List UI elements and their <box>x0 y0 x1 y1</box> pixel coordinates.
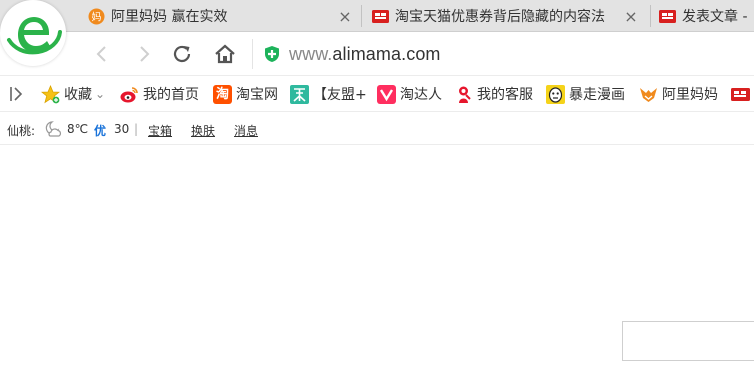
sidebar-toggle-icon <box>10 87 23 101</box>
weibo-icon <box>120 85 139 104</box>
floating-panel[interactable] <box>622 321 754 361</box>
change-skin-link[interactable]: 换肤 <box>191 122 215 139</box>
tab-alimama[interactable]: 妈 阿里妈妈 赢在实效 × <box>88 0 356 32</box>
umeng-icon <box>290 84 309 104</box>
temperature: 8℃ <box>67 122 89 136</box>
browser-logo[interactable] <box>0 0 66 66</box>
bookmark-umeng[interactable]: 【友盟+ <box>290 83 367 105</box>
tab-strip: 妈 阿里妈妈 赢在实效 × 淘宝天猫优惠券背后隐藏的内容法 × 发表文章 - <box>0 0 754 32</box>
bookmark-label: 我的首页 <box>143 87 199 103</box>
taodaren-icon <box>377 84 396 104</box>
bookmark-label: 淘宝网 <box>236 87 278 103</box>
taobao-icon: 淘 <box>213 84 232 104</box>
tab-divider <box>361 5 362 27</box>
close-icon[interactable]: × <box>622 7 640 26</box>
air-quality-label[interactable]: 优 <box>94 122 106 139</box>
bookmark-customer-service[interactable]: 我的客服 <box>454 83 533 105</box>
security-shield-icon <box>265 46 279 62</box>
treasure-box-link[interactable]: 宝箱 <box>148 122 172 139</box>
status-separator: | <box>134 122 139 136</box>
close-icon[interactable]: × <box>336 7 354 26</box>
taobao-icon-glyph: 淘 <box>215 86 229 102</box>
status-bar: 仙桃: 8℃ 优 30 | 宝箱 换肤 消息 <box>0 113 754 145</box>
tab-title: 阿里妈妈 赢在实效 <box>111 9 228 25</box>
arrow-left-icon <box>96 46 106 62</box>
alimama-fox-icon <box>639 85 658 104</box>
cloudy-moon-icon <box>43 119 63 142</box>
forward-button[interactable] <box>131 41 157 67</box>
navigation-bar: www.alimama.com <box>0 33 754 75</box>
tab-title: 淘宝天猫优惠券背后隐藏的内容法 <box>395 9 605 25</box>
newspaper-icon <box>731 85 750 104</box>
url-domain: alimama.com <box>332 43 441 64</box>
tab-title: 发表文章 - <box>682 9 748 25</box>
newspaper-icon <box>372 8 389 25</box>
weather-city[interactable]: 仙桃: <box>7 122 35 139</box>
browser-logo-icon <box>6 6 62 60</box>
home-button[interactable] <box>212 41 238 67</box>
bookmark-alimama[interactable]: 阿里妈妈 <box>639 83 718 105</box>
bookmark-baozou[interactable]: 暴走漫画 <box>546 83 625 105</box>
tab-publish-article[interactable]: 发表文章 - <box>659 0 754 32</box>
bookmark-taodaren[interactable]: 淘达人 <box>377 83 442 105</box>
star-icon <box>41 84 60 104</box>
sidebar-toggle-button[interactable] <box>9 83 23 105</box>
bookmark-favorites[interactable]: 收藏 ⌄ <box>41 83 105 105</box>
refresh-button[interactable] <box>169 41 195 67</box>
bookmark-taobao[interactable]: 淘 淘宝网 <box>213 83 278 105</box>
alimama-icon: 妈 <box>88 8 105 25</box>
url-text: www.alimama.com <box>289 44 441 65</box>
address-bar[interactable]: www.alimama.com <box>252 39 754 69</box>
bookmarks-bar: 收藏 ⌄ 我的首页 淘 淘宝网 【友盟+ 淘达人 我的客服 暴走漫画 阿里妈妈 <box>0 75 754 112</box>
svg-text:妈: 妈 <box>92 10 102 23</box>
bookmark-overflow[interactable] <box>731 83 754 105</box>
tab-divider <box>650 5 651 27</box>
bookmark-label: 淘达人 <box>400 87 442 103</box>
bookmark-my-homepage[interactable]: 我的首页 <box>120 83 199 105</box>
messages-link[interactable]: 消息 <box>234 122 258 139</box>
bookmark-label: 收藏 <box>64 87 92 103</box>
bookmark-label: 阿里妈妈 <box>662 87 718 103</box>
air-quality-value: 30 <box>114 122 130 136</box>
tab-coupon-article[interactable]: 淘宝天猫优惠券背后隐藏的内容法 × <box>372 0 642 32</box>
home-icon <box>215 44 235 64</box>
bookmark-label: 【友盟+ <box>313 87 367 103</box>
arrow-right-icon <box>140 46 150 62</box>
newspaper-icon <box>659 8 676 25</box>
bookmark-label: 我的客服 <box>477 87 533 103</box>
back-button[interactable] <box>89 41 115 67</box>
bookmark-label: 暴走漫画 <box>569 87 625 103</box>
baozou-icon <box>546 84 565 104</box>
url-prefix: www. <box>289 43 333 64</box>
chevron-down-icon: ⌄ <box>95 87 106 101</box>
refresh-icon <box>173 45 191 63</box>
customer-service-icon <box>454 85 473 104</box>
